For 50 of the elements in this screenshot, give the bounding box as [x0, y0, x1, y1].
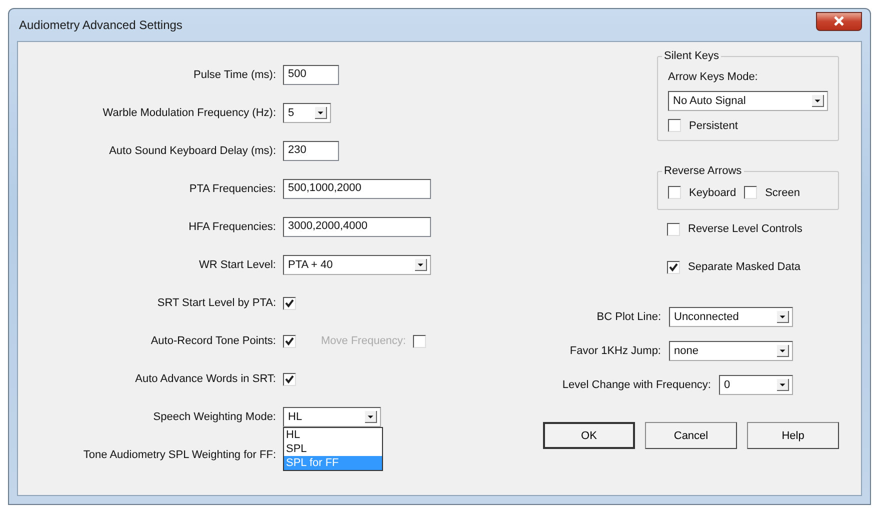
checkbox[interactable]	[667, 222, 680, 236]
group-title: Reverse Arrows	[662, 165, 744, 177]
field-label: Speech Weighting Mode:	[152, 411, 276, 423]
checkbox[interactable]	[283, 372, 296, 386]
checkbox[interactable]	[668, 186, 681, 199]
field-label: Auto Advance Words in SRT:	[134, 373, 276, 385]
dropdown[interactable]: Unconnected	[669, 307, 793, 327]
input-field[interactable]: 230	[283, 141, 339, 161]
field-label: WR Start Level:	[198, 259, 276, 271]
dialog-button[interactable]: OK	[543, 422, 635, 449]
field-label: Auto Sound Keyboard Delay (ms):	[108, 145, 276, 157]
checkbox-label: Move Frequency:	[321, 335, 406, 347]
field-label: BC Plot Line:	[596, 311, 661, 323]
checkbox[interactable]	[283, 334, 296, 348]
checkbox-label: Reverse Level Controls	[688, 223, 802, 235]
checkbox[interactable]	[668, 119, 681, 132]
input-field[interactable]: 500	[283, 65, 339, 85]
dropdown-option[interactable]: SPL	[284, 442, 382, 456]
dropdown[interactable]: 5	[283, 103, 331, 123]
close-icon	[833, 16, 845, 26]
checkbox-label: Screen	[765, 186, 800, 198]
close-button[interactable]	[816, 12, 862, 30]
field-label: Auto-Record Tone Points:	[150, 335, 276, 347]
checkbox[interactable]	[667, 260, 680, 274]
checkbox-label: Separate Masked Data	[688, 261, 801, 273]
dropdown[interactable]: 0	[719, 375, 793, 395]
field-label: Level Change with Frequency:	[562, 379, 711, 391]
field-label: SRT Start Level by PTA:	[156, 297, 276, 309]
checkbox[interactable]	[283, 296, 296, 310]
dropdown-option[interactable]: HL	[284, 428, 382, 442]
dropdown[interactable]: No Auto Signal	[668, 91, 828, 111]
checkbox-label: Keyboard	[689, 186, 736, 198]
window-title: Audiometry Advanced Settings	[18, 18, 182, 32]
dialog-button[interactable]: Cancel	[645, 422, 737, 449]
field-label: Favor 1KHz Jump:	[570, 345, 661, 357]
dropdown[interactable]: PTA + 40	[283, 255, 431, 275]
dialog-button[interactable]: Help	[747, 422, 839, 449]
field-label: Warble Modulation Frequency (Hz):	[102, 107, 276, 119]
checkbox[interactable]	[744, 186, 758, 199]
field-label: Tone Audiometry SPL Weighting for FF:	[82, 449, 276, 461]
field-label: HFA Frequencies:	[188, 221, 276, 233]
field-label: Arrow Keys Mode:	[668, 71, 759, 83]
field-label: PTA Frequencies:	[188, 183, 276, 195]
dropdown[interactable]: HL	[283, 407, 381, 427]
input-field[interactable]: 3000,2000,4000	[283, 217, 431, 237]
group-title: Silent Keys	[662, 50, 722, 62]
dropdown[interactable]: none	[669, 341, 793, 361]
input-field[interactable]: 500,1000,2000	[283, 179, 431, 199]
checkbox-label: Persistent	[689, 120, 738, 132]
field-label: Pulse Time (ms):	[192, 69, 276, 81]
